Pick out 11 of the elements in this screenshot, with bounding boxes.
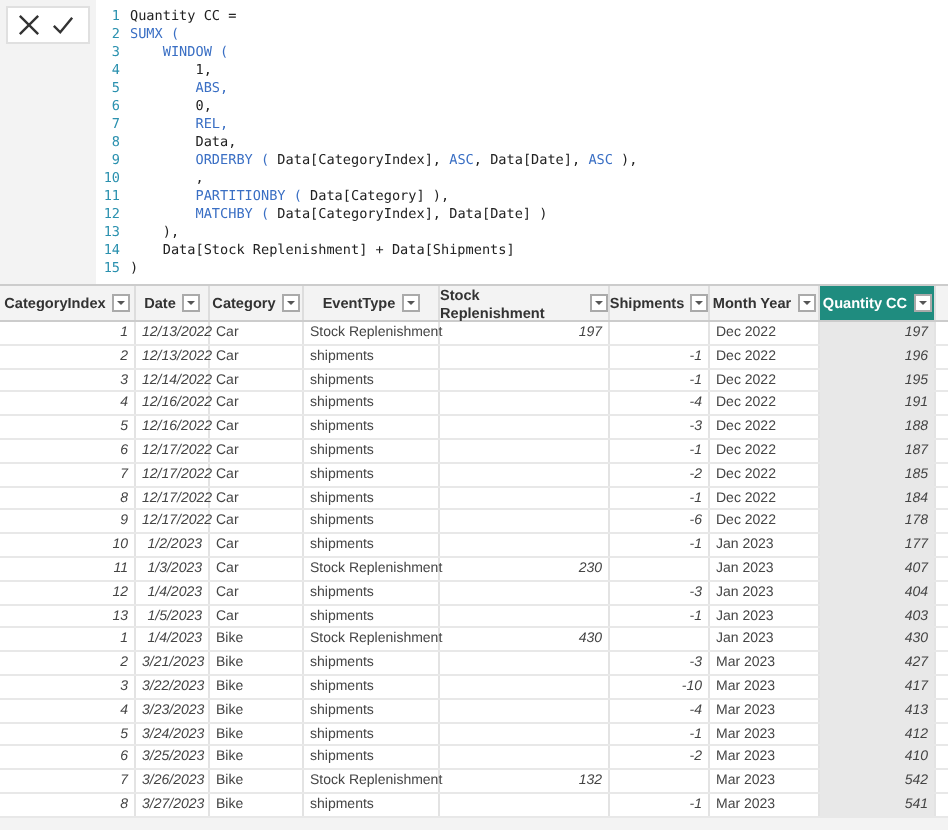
filter-dropdown-icon[interactable] [690,294,709,312]
filter-dropdown-icon[interactable] [913,294,932,312]
filter-dropdown-icon[interactable] [111,294,130,312]
filter-dropdown-icon[interactable] [590,294,608,312]
filter-dropdown-icon[interactable] [401,294,420,312]
filter-dropdown-icon[interactable] [797,294,816,312]
filter-dropdown-icon[interactable] [181,294,200,312]
close-icon[interactable] [18,14,40,36]
filter-dropdown-icon[interactable] [281,294,300,312]
checkmark-icon[interactable] [52,14,74,36]
code-editor[interactable] [96,0,948,284]
